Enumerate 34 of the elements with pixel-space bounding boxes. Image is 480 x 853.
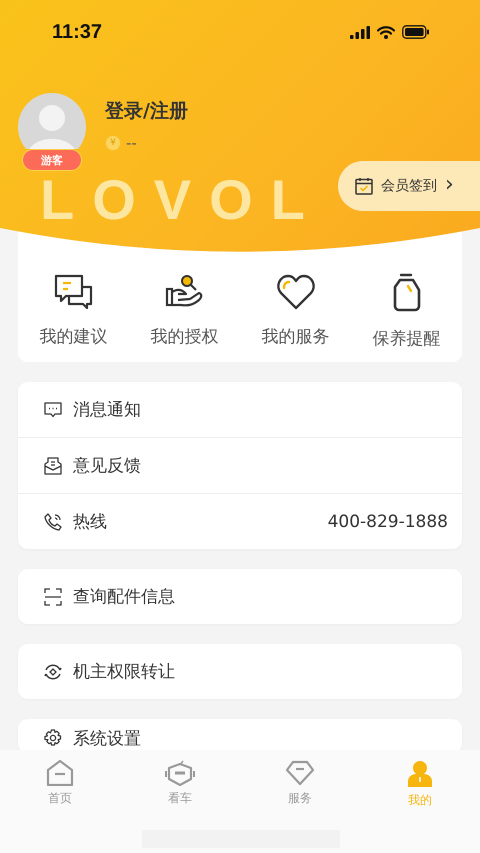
signal-icon [350, 26, 370, 38]
scan-icon [44, 588, 62, 606]
settings-icon [44, 729, 62, 747]
shortcut-label[interactable]: 保养提醒 [372, 327, 440, 350]
menu-item[interactable]: 意见反馈 [18, 437, 462, 493]
menu-item[interactable]: 消息通知 [18, 382, 462, 437]
shortcut-label[interactable]: 我的授权 [150, 325, 218, 348]
points-value: -- [126, 134, 137, 152]
menu-item[interactable]: 查询配件信息 [18, 569, 462, 624]
status-time: 11:37 [52, 20, 102, 44]
brand-watermark: LOVOL [40, 172, 323, 228]
robot-icon [165, 760, 195, 786]
phone-icon [44, 512, 62, 530]
diamond-icon [285, 760, 315, 786]
calendar-icon [355, 177, 373, 195]
heart-icon[interactable] [276, 273, 316, 311]
transfer-icon [44, 662, 62, 680]
wifi-icon [377, 26, 395, 38]
menu-item[interactable]: 系统设置 [18, 719, 462, 750]
envelope-icon [44, 456, 62, 474]
shortcut-label[interactable]: 我的建议 [40, 325, 108, 348]
chat-icon[interactable] [54, 273, 94, 311]
shortcut-label[interactable]: 我的服务 [262, 325, 330, 348]
menu-item[interactable]: 热线 400-829-1888 [18, 493, 462, 549]
login-link[interactable]: 登录/注册 [105, 98, 188, 124]
home-icon [46, 760, 74, 786]
checkin-button[interactable]: 会员签到 › [338, 161, 480, 211]
menu-item[interactable]: 机主权限转让 [18, 644, 462, 699]
coin-icon: ¥ [105, 135, 121, 151]
guest-badge: 游客 [22, 149, 82, 171]
battery-icon [402, 25, 430, 39]
message-icon [44, 402, 62, 418]
hotline-number: 400-829-1888 [328, 512, 448, 532]
person-icon [406, 760, 434, 788]
